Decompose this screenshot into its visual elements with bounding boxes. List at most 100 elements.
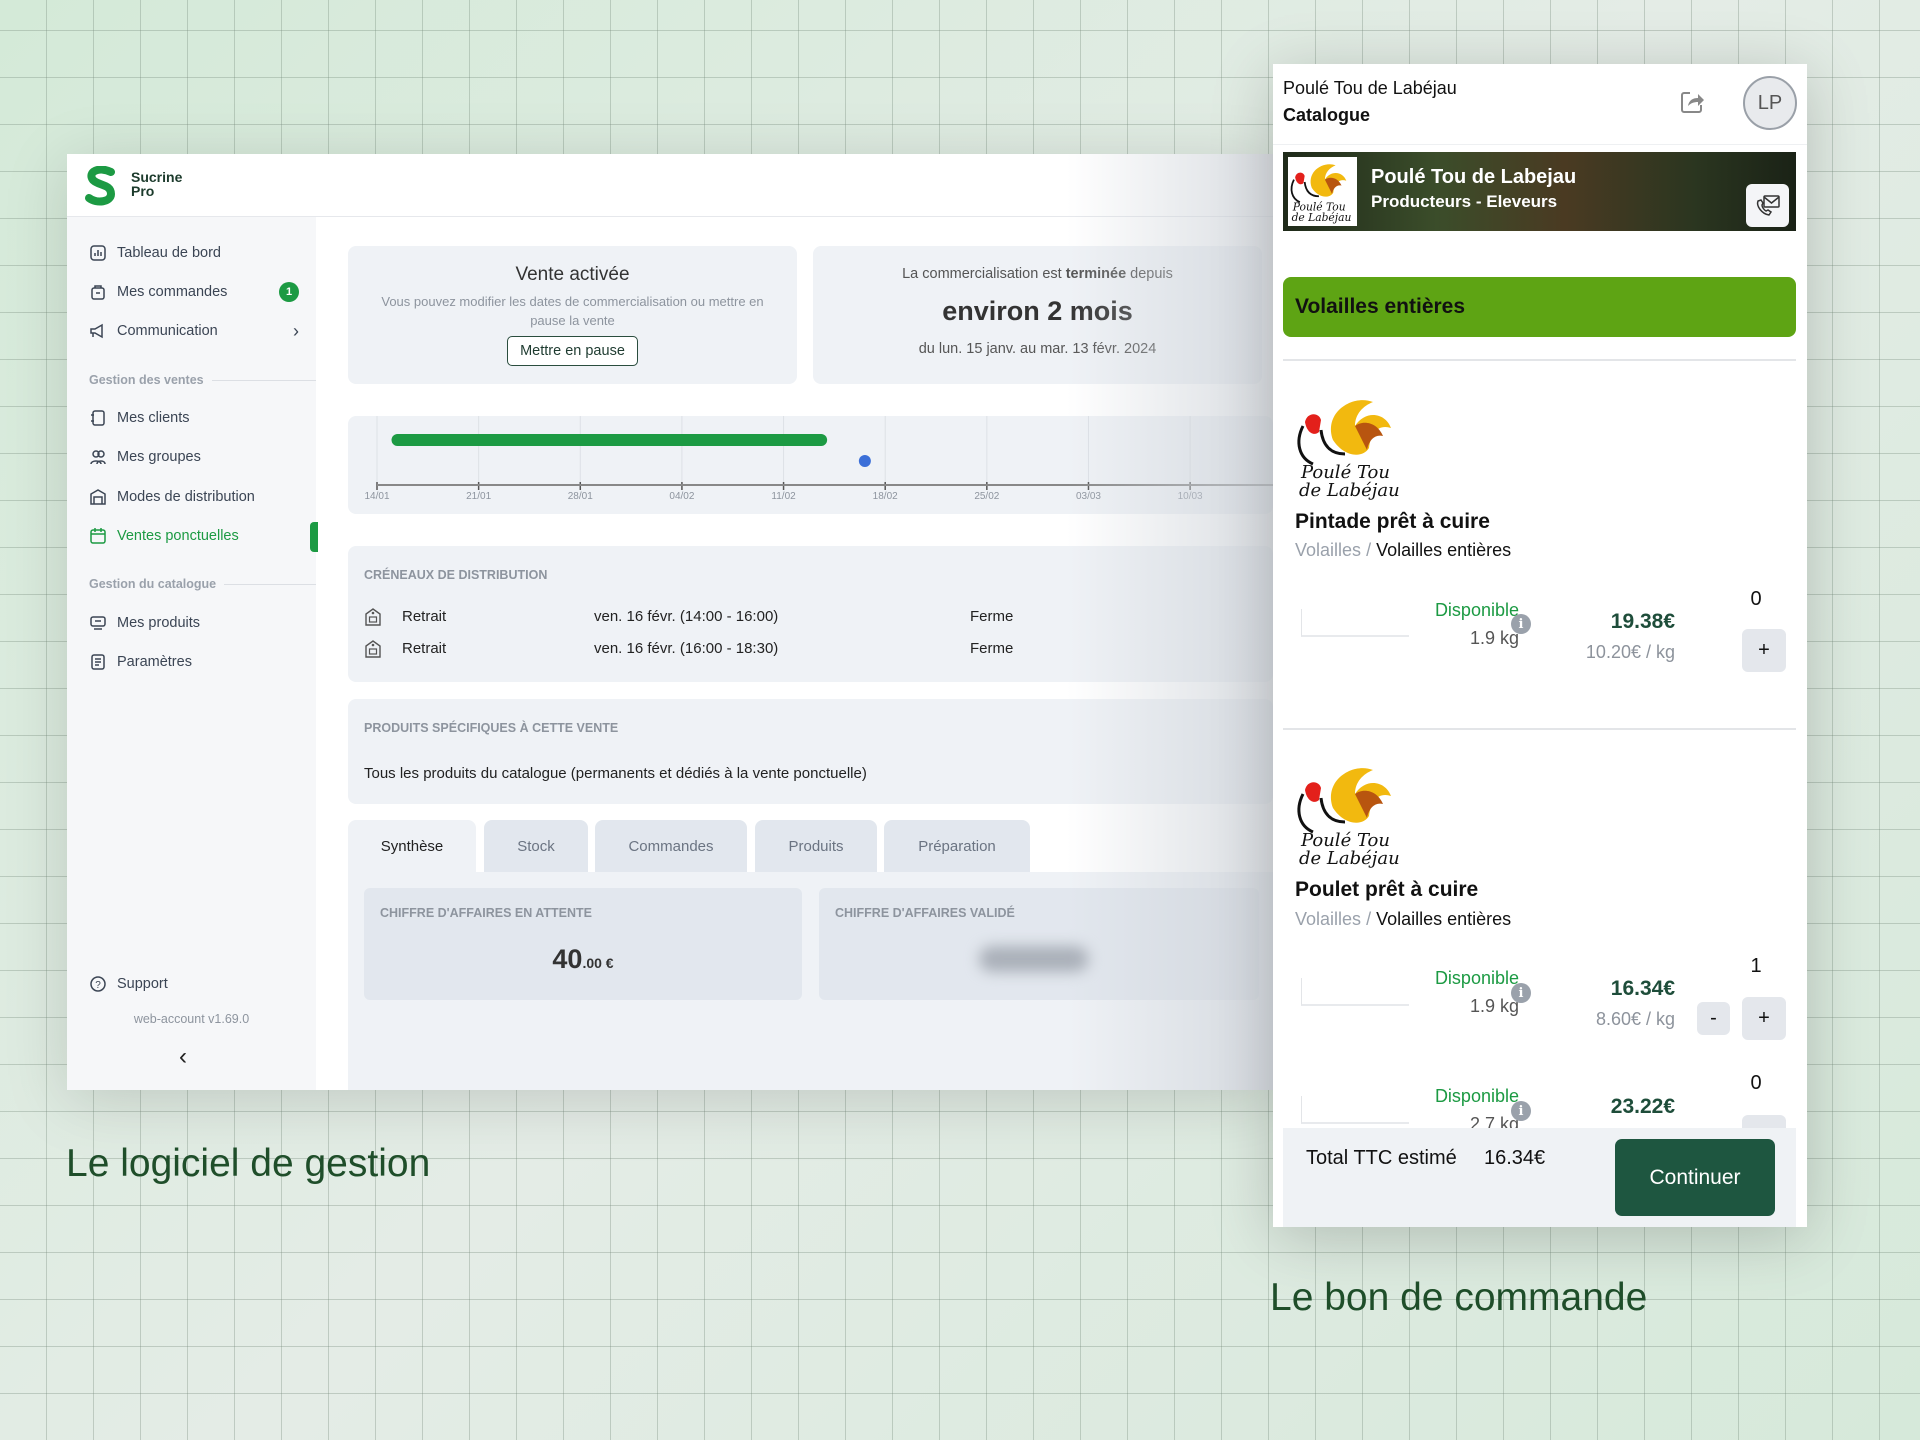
timeline-tick-label: 28/01 <box>568 491 593 502</box>
bag-icon <box>91 285 105 300</box>
sale-status-description: Vous pouvez modifier les dates de commer… <box>381 294 764 328</box>
pickup-store-icon <box>365 608 381 626</box>
app-version: web-account v1.69.0 <box>133 1012 250 1026</box>
increment-button[interactable]: + <box>1742 629 1786 672</box>
sidebar-item-dashboard[interactable]: Tableau de bord <box>89 241 299 265</box>
total-value: 16.34€ <box>1484 1147 1546 1169</box>
product-breadcrumb: Volailles / Volailles entières <box>1295 909 1512 929</box>
shop-logo: Poulé Tou de Labéjau <box>1288 157 1357 226</box>
price-per-kg: 8.60€ / kg <box>1595 1009 1675 1029</box>
slot-place: Ferme <box>970 608 1014 625</box>
pause-sale-button[interactable]: Mettre en pause <box>507 336 638 366</box>
decrement-button[interactable]: - <box>1697 1002 1730 1035</box>
tab-preparation[interactable]: Préparation <box>884 820 1030 872</box>
products-icon <box>90 616 106 630</box>
continue-button[interactable]: Continuer <box>1615 1139 1775 1216</box>
availability-status: Disponible <box>1434 968 1519 988</box>
calendar-icon <box>90 528 106 544</box>
section-title: Produits spécifiques à cette vente <box>364 721 619 735</box>
section-label-sales: Gestion des ventes <box>89 373 316 387</box>
logo-text-line2: de Labéjau <box>1299 848 1400 868</box>
pending-revenue-label: Chiffre d'affaires en attente <box>380 906 592 920</box>
tab-synthese[interactable]: Synthèse <box>348 820 476 872</box>
slot-type: Retrait <box>402 640 447 657</box>
pending-revenue-card: Chiffre d'affaires en attente 40.00 € <box>364 888 802 1000</box>
info-icon[interactable]: i <box>1511 614 1531 634</box>
active-indicator <box>310 522 318 552</box>
sidebar-item-label: Tableau de bord <box>117 245 221 261</box>
product-weight: 1.9 kg <box>1469 628 1519 648</box>
timeline-chart: 14/01 21/01 28/01 04/02 11/02 18/02 25/02 03/03… <box>364 416 1273 502</box>
sidebar-item-orders[interactable]: Mes commandes 1 <box>89 280 299 304</box>
info-icon[interactable]: i <box>1511 983 1531 1003</box>
product-name: Pintade prêt à cuire <box>1295 510 1490 533</box>
tab-commandes[interactable]: Commandes <box>595 820 747 872</box>
pending-revenue-value: 40.00 € <box>552 944 614 974</box>
orders-count-badge: 1 <box>279 282 299 302</box>
help-icon: ? <box>90 976 106 992</box>
period-range: du lun. 15 janv. au mar. 13 févr. 2024 <box>918 341 1157 357</box>
sidebar-item-support[interactable]: ? Support <box>89 972 299 996</box>
banner-title: Poulé Tou de Labejau <box>1371 166 1577 188</box>
slot-type: Retrait <box>402 608 447 625</box>
sidebar-item-clients[interactable]: Mes clients <box>89 406 299 430</box>
collapse-sidebar-chevron-icon[interactable]: ‹ <box>179 1043 187 1071</box>
product-breadcrumb: Volailles / Volailles entières <box>1295 540 1512 560</box>
period-duration: environ 2 mois <box>942 296 1133 326</box>
sidebar-item-label: Mes produits <box>117 615 201 631</box>
sale-period-bar[interactable] <box>391 434 828 446</box>
sidebar-item-groups[interactable]: Mes groupes <box>89 445 299 469</box>
sidebar-item-distribution[interactable]: Modes de distribution <box>89 485 299 509</box>
info-icon[interactable]: i <box>1511 1101 1531 1121</box>
product-price: 19.38€ <box>1610 610 1675 633</box>
products-scope-text: Tous les produits du catalogue (permanen… <box>364 765 867 782</box>
caption-management: Le logiciel de gestion <box>66 1142 431 1185</box>
header-divider <box>1273 144 1807 145</box>
pickup-store-icon <box>365 640 381 658</box>
availability-status: Disponible <box>1434 600 1519 620</box>
timeline-tick-label: 03/03 <box>1076 491 1101 502</box>
tab-stock[interactable]: Stock <box>484 820 588 872</box>
image-placeholder <box>1301 978 1409 1006</box>
megaphone-icon <box>90 323 103 339</box>
quantity-value: 0 <box>1750 588 1762 610</box>
slot-date: ven. 16 févr. (16:00 - 18:30) <box>594 640 779 657</box>
sidebar-item-communication[interactable]: Communication › <box>89 319 299 343</box>
divider <box>1283 728 1796 730</box>
share-icon[interactable] <box>1679 89 1705 115</box>
sucrine-logo-icon <box>85 166 116 206</box>
quantity-value: 1 <box>1750 955 1762 977</box>
total-label: Total TTC estimé <box>1306 1147 1457 1169</box>
contact-button[interactable] <box>1746 184 1789 227</box>
distribution-point[interactable] <box>858 455 871 467</box>
sidebar-item-products[interactable]: Mes produits <box>89 611 299 635</box>
users-icon <box>90 450 106 465</box>
timeline-tick-label: 14/01 <box>364 491 389 502</box>
sidebar-item-label: Support <box>117 976 168 992</box>
address-book-icon <box>91 410 105 426</box>
image-placeholder <box>1301 609 1409 637</box>
shop-banner: Poulé Tou de Labéjau Poulé Tou de Labejau… <box>1283 152 1796 231</box>
sidebar-item-one-off-sales[interactable]: Ventes ponctuelles <box>89 524 299 548</box>
product-image: Poulé Toude Labéjau <box>1297 398 1400 500</box>
timeline-tick-label: 10/03 <box>1178 491 1203 502</box>
increment-button[interactable]: + <box>1742 997 1786 1040</box>
section-title: Créneaux de distribution <box>364 568 548 582</box>
timeline-tick-label: 18/02 <box>873 491 898 502</box>
slot-date: ven. 16 févr. (14:00 - 16:00) <box>594 608 779 625</box>
product-image: Poulé Toude Labéjau <box>1297 766 1400 868</box>
settings-icon <box>91 654 105 670</box>
slot-place: Ferme <box>970 640 1014 657</box>
avatar[interactable]: LP <box>1743 76 1797 130</box>
product-price: 16.34€ <box>1610 977 1675 1000</box>
app-header: Sucrine Pro <box>67 154 1273 217</box>
rooster-logo-icon: Poulé Toude Labéjau <box>1290 163 1351 224</box>
sale-period-card: La commercialisation est terminée depuis… <box>813 246 1262 384</box>
timeline-tick-label: 21/01 <box>466 491 491 502</box>
sidebar-item-settings[interactable]: Paramètres <box>89 650 299 674</box>
tab-produits[interactable]: Produits <box>755 820 877 872</box>
specific-products-section: Produits spécifiques à cette vente Tous … <box>348 699 1273 804</box>
timeline-tick-label: 04/02 <box>669 491 694 502</box>
divider <box>1283 359 1796 361</box>
product-price: 23.22€ <box>1610 1095 1675 1118</box>
